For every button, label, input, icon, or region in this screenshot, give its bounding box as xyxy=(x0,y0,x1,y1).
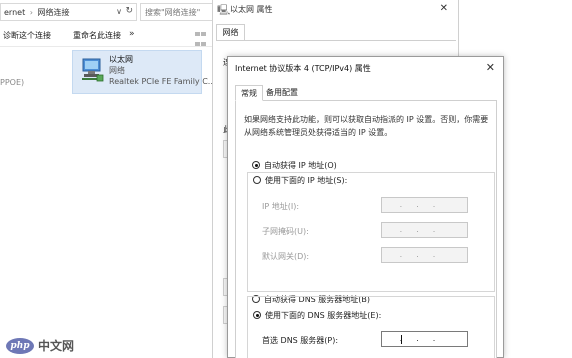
network-adapter-icon xyxy=(79,57,105,83)
properties-title: 以太网 属性 xyxy=(230,5,273,14)
connection-item-cut-label: PPOE) xyxy=(0,78,25,87)
preferred-dns-input[interactable]: ... xyxy=(381,331,468,347)
tab-alternate-configuration[interactable]: 备用配置 xyxy=(264,85,300,101)
tab-divider xyxy=(216,40,456,41)
command-bar: 诊断这个连接 重命名此连接 » xyxy=(0,25,215,47)
chevron-down-icon[interactable]: ∨ xyxy=(116,7,122,16)
ethernet-item-text: 以太网 网络 Realtek PCIe FE Family C... xyxy=(109,54,215,87)
close-icon[interactable]: ✕ xyxy=(486,61,495,74)
default-gateway-label: 默认网关(D): xyxy=(262,252,310,261)
default-gateway-input[interactable]: ... xyxy=(381,247,468,263)
use-following-ip-label: 使用下面的 IP 地址(S): xyxy=(265,176,348,185)
ethernet-connection-item[interactable]: 以太网 网络 Realtek PCIe FE Family C... xyxy=(72,50,215,94)
file-explorer-window: ernet › 网络连接 ∨ ↻ 搜索"网络连接" 诊断这个连接 重命名此连接 … xyxy=(0,0,215,358)
view-options-icon[interactable] xyxy=(195,30,207,46)
address-path: ernet › 网络连接 xyxy=(4,7,70,18)
use-following-dns-label: 使用下面的 DNS 服务器地址(E): xyxy=(265,311,382,320)
php-logo: php xyxy=(6,338,34,354)
radio-dot xyxy=(253,176,261,184)
radio-dot-selected xyxy=(253,311,261,319)
radio-dot-selected xyxy=(252,161,260,169)
ip-address-group: 使用下面的 IP 地址(S): IP 地址(I): ... 子网掩码(U): .… xyxy=(247,172,495,292)
preferred-dns-dots: ... xyxy=(399,334,450,343)
subnet-mask-dots: ... xyxy=(399,225,450,234)
ip-address-dots: ... xyxy=(399,200,450,209)
diagnose-connection-button[interactable]: 诊断这个连接 xyxy=(3,30,51,41)
properties-titlebar: 🖳 以太网 属性 ✕ xyxy=(213,0,458,20)
dialog-titlebar: Internet 协议版本 4 (TCP/IPv4) 属性 ✕ xyxy=(228,57,503,79)
general-tab-panel: 如果网络支持此功能，则可以获取自动指派的 IP 设置。否则，你需要从网络系统管理… xyxy=(235,100,497,358)
more-commands-icon[interactable]: » xyxy=(129,29,135,39)
search-input[interactable]: 搜索"网络连接" xyxy=(140,3,215,21)
ip-address-label: IP 地址(I): xyxy=(262,202,300,211)
dialog-title: Internet 协议版本 4 (TCP/IPv4) 属性 xyxy=(235,64,371,73)
ipv4-properties-dialog: Internet 协议版本 4 (TCP/IPv4) 属性 ✕ 常规 备用配置 … xyxy=(227,56,504,358)
subnet-mask-label: 子网掩码(U): xyxy=(262,227,309,236)
preferred-dns-label: 首选 DNS 服务器(P): xyxy=(262,336,339,345)
search-placeholder: 搜索"网络连接" xyxy=(145,8,201,17)
tab-networking[interactable]: 网络 xyxy=(216,24,245,40)
ip-settings-description: 如果网络支持此功能，则可以获取自动指派的 IP 设置。否则，你需要从网络系统管理… xyxy=(244,115,489,137)
ip-address-input[interactable]: ... xyxy=(381,197,468,213)
close-icon[interactable]: ✕ xyxy=(440,3,448,14)
network-icon: 🖳 xyxy=(217,5,231,16)
subnet-mask-input[interactable]: ... xyxy=(381,222,468,238)
watermark-text: 中文网 xyxy=(38,339,75,353)
breadcrumb-separator: › xyxy=(29,8,33,17)
address-bar[interactable]: ernet › 网络连接 ∨ ↻ xyxy=(0,3,137,21)
connection-name: 以太网 xyxy=(109,55,133,64)
connection-status: 网络 xyxy=(109,66,125,75)
rename-connection-button[interactable]: 重命名此连接 xyxy=(73,30,121,41)
address-segment-network[interactable]: ernet xyxy=(4,8,25,17)
obtain-ip-label: 自动获得 IP 地址(O) xyxy=(264,161,337,170)
address-segment-connections[interactable]: 网络连接 xyxy=(38,8,70,17)
refresh-icon[interactable]: ↻ xyxy=(125,6,133,16)
adapter-name: Realtek PCIe FE Family C... xyxy=(109,77,216,86)
default-gateway-dots: ... xyxy=(399,250,450,259)
dns-server-group: 使用下面的 DNS 服务器地址(E): 首选 DNS 服务器(P): ... xyxy=(247,296,495,358)
tab-general[interactable]: 常规 xyxy=(235,85,263,101)
